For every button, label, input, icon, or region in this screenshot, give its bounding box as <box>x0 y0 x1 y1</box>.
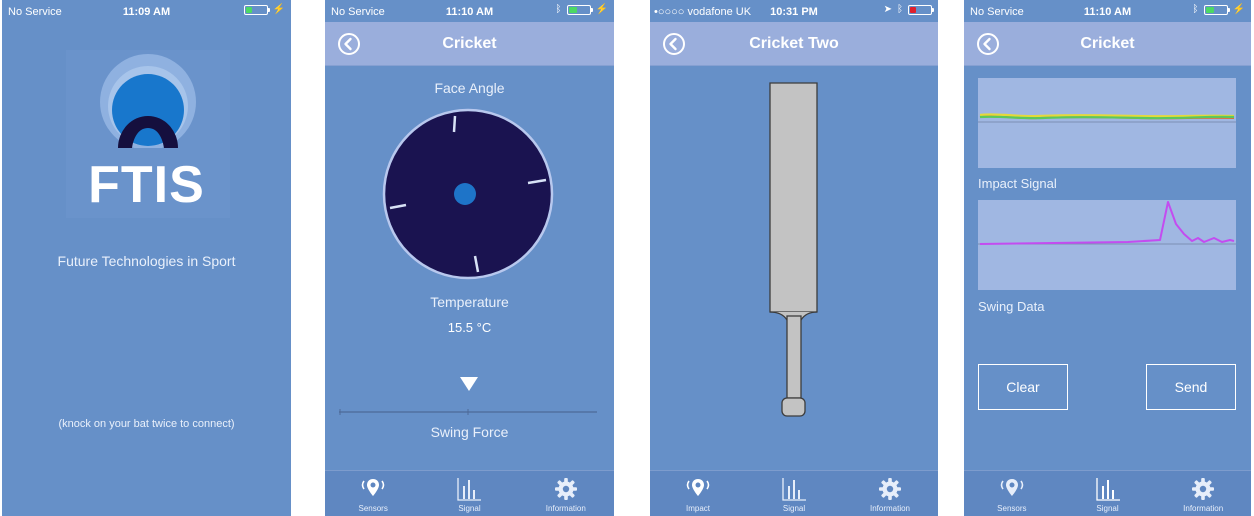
location-signal-icon <box>1000 479 1024 496</box>
clear-button[interactable]: Clear <box>978 364 1068 410</box>
bluetooth-icon: ᛒ <box>555 4 562 15</box>
temperature-label: Temperature <box>430 294 509 310</box>
swing-data-label: Swing Data <box>978 299 1045 314</box>
tab-signal[interactable]: Signal <box>421 471 517 516</box>
nav-title: Cricket <box>442 35 497 52</box>
face-angle-label: Face Angle <box>434 80 505 96</box>
tab-signal[interactable]: Signal <box>1060 471 1156 516</box>
temperature-value: 15.5 °C <box>447 320 492 335</box>
bat-grip-end <box>781 397 806 417</box>
connect-hint: (knock on your bat twice to connect) <box>58 418 235 430</box>
tab-sensors[interactable]: Sensors <box>325 471 421 516</box>
gear-icon <box>1192 478 1215 500</box>
gear-icon <box>554 478 577 500</box>
bat-blade <box>769 82 818 313</box>
tab-information[interactable]: Information <box>1155 471 1251 516</box>
tab-impact[interactable]: Impact <box>650 471 746 516</box>
charging-bolt-icon: ⚡ <box>272 4 285 15</box>
tab-label: Information <box>869 504 911 513</box>
bluetooth-icon: ᛒ <box>897 4 903 15</box>
charging-bolt-icon: ⚡ <box>1232 4 1245 15</box>
send-button-label: Send <box>1174 379 1208 395</box>
status-bar: No Service 11:10 AM ᛒ ⚡ <box>964 0 1251 22</box>
signal-screen: No Service 11:10 AM ᛒ ⚡ Cricket Impact S… <box>964 0 1251 516</box>
tab-label: Information <box>1183 504 1224 513</box>
tab-label: Signal <box>1096 504 1119 513</box>
status-right: ᛒ ⚡ <box>1193 5 1245 15</box>
bat-handle <box>786 315 802 399</box>
battery-icon <box>908 5 934 15</box>
location-signal-icon <box>361 479 385 496</box>
splash-screen: No Service 11:09 AM ⚡ FTIS Future Techno… <box>2 0 291 516</box>
bluetooth-icon: ᛒ <box>1192 4 1199 15</box>
tab-label: Sensors <box>997 504 1027 513</box>
tab-label: Sensors <box>358 504 388 513</box>
tab-bar: Sensors Signal Information <box>325 470 614 516</box>
status-right: ᛒ ⚡ <box>556 5 608 15</box>
battery-icon <box>243 5 270 15</box>
tab-bar: Sensors Signal Information <box>964 470 1251 516</box>
nav-title: Cricket <box>1080 35 1135 52</box>
nav-title: Cricket Two <box>749 35 839 52</box>
logo-wordmark: FTIS <box>88 156 205 214</box>
location-arrow-icon: ➤ <box>883 4 892 15</box>
status-bar: •○○○○ vodafone UK 10:31 PM ➤ ᛒ <box>650 0 938 22</box>
impact-signal-label: Impact Signal <box>978 176 1057 191</box>
swing-force-indicator-icon <box>460 377 478 391</box>
tab-bar: Impact Signal Information <box>650 470 938 516</box>
bar-chart-icon <box>1095 478 1120 501</box>
gear-icon <box>879 478 901 500</box>
bat-screen: •○○○○ vodafone UK 10:31 PM ➤ ᛒ Cricket T… <box>650 0 938 516</box>
charging-bolt-icon: ⚡ <box>595 4 608 15</box>
tab-sensors[interactable]: Sensors <box>964 471 1060 516</box>
status-bar: No Service 11:09 AM ⚡ <box>2 0 291 22</box>
impact-signal-graph <box>978 78 1236 168</box>
location-signal-icon <box>686 479 710 496</box>
nav-bar: Cricket <box>964 22 1251 66</box>
face-angle-screen: No Service 11:10 AM ᛒ ⚡ Cricket Face Ang… <box>325 0 614 516</box>
cricket-bat-graphic <box>769 82 818 417</box>
tab-label: Signal <box>782 504 806 513</box>
tab-label: Information <box>545 504 586 513</box>
status-right: ⚡ <box>243 4 285 15</box>
tab-information[interactable]: Information <box>518 471 614 516</box>
clear-button-label: Clear <box>1006 379 1040 395</box>
nav-bar: Cricket <box>325 22 614 66</box>
bar-chart-icon <box>457 478 482 501</box>
send-button[interactable]: Send <box>1146 364 1236 410</box>
impact-trace-green <box>979 115 1235 120</box>
swing-force-scale <box>339 409 597 415</box>
tab-label: Signal <box>458 504 481 513</box>
dial-tick-top <box>452 115 457 133</box>
dial-center <box>454 183 476 205</box>
bar-chart-icon <box>782 478 806 501</box>
battery-icon <box>1203 5 1230 15</box>
tab-label: Impact <box>685 504 710 513</box>
status-bar: No Service 11:10 AM ᛒ ⚡ <box>325 0 614 22</box>
nav-bar: Cricket Two <box>650 22 938 66</box>
battery-icon <box>566 5 593 15</box>
swing-force-label: Swing Force <box>430 424 509 440</box>
tab-information[interactable]: Information <box>842 471 938 516</box>
face-angle-dial <box>382 108 554 280</box>
status-right: ➤ ᛒ <box>883 4 934 15</box>
swing-data-graph <box>978 200 1236 290</box>
tab-signal[interactable]: Signal <box>746 471 842 516</box>
tagline: Future Technologies in Sport <box>57 253 236 269</box>
